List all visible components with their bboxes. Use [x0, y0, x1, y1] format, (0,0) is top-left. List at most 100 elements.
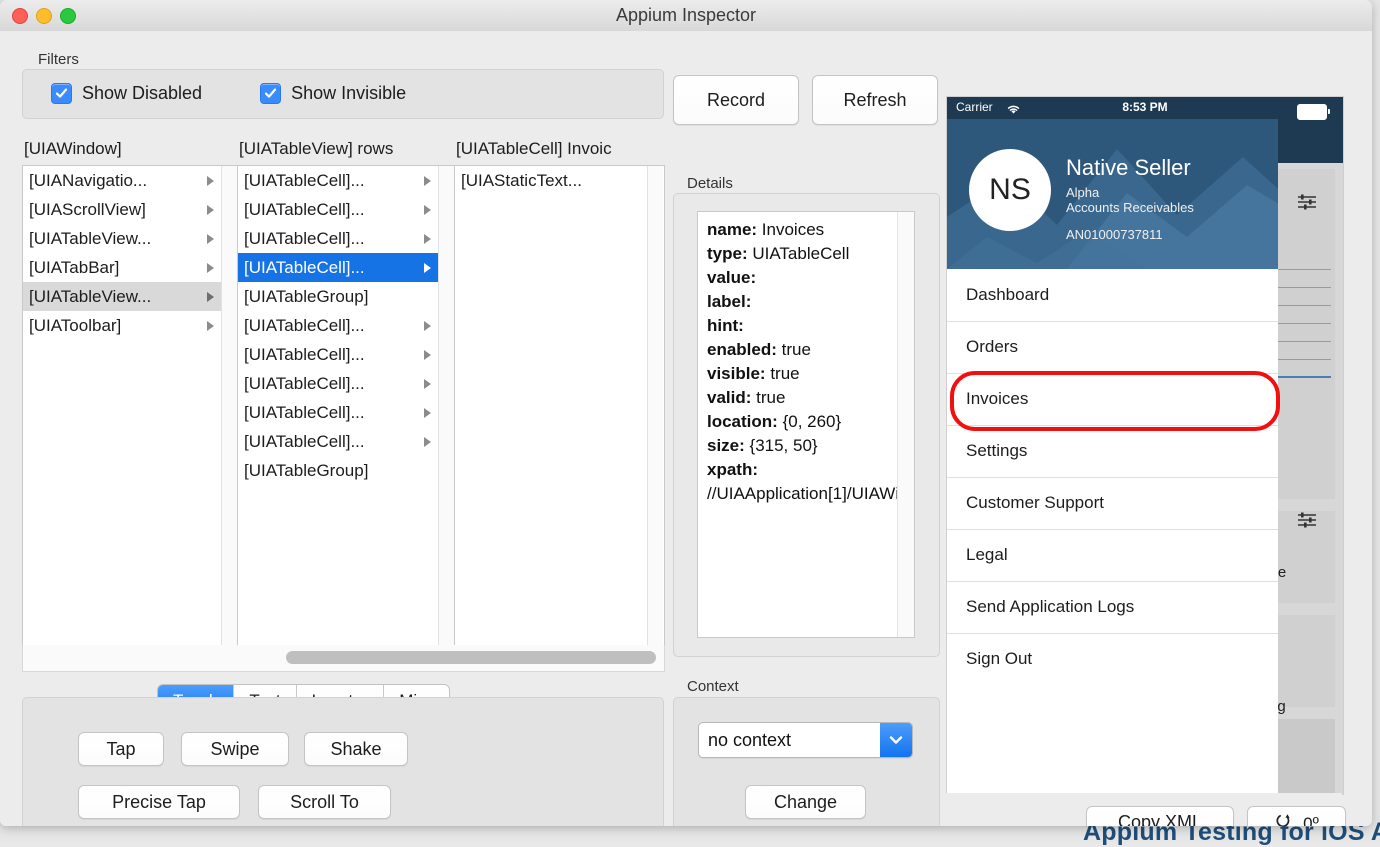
drawer-menu-item-sign-out[interactable]: Sign Out — [947, 633, 1278, 685]
context-label: Context — [687, 678, 739, 695]
chevron-right-icon[interactable] — [207, 176, 214, 186]
tree-row[interactable]: [UIATableCell]... — [238, 253, 439, 282]
tree-row[interactable]: [UIATableGroup] — [238, 456, 439, 485]
copy-xml-button[interactable]: Copy XML — [1086, 806, 1234, 826]
profile-name: Native Seller — [1066, 155, 1191, 181]
context-select[interactable]: no context — [698, 722, 913, 758]
chevron-right-icon[interactable] — [207, 321, 214, 331]
chevron-right-icon[interactable] — [424, 408, 431, 418]
chevron-right-icon[interactable] — [424, 205, 431, 215]
tree-row[interactable]: [UIAStaticText... — [455, 166, 648, 195]
tree-row-label: [UIATableView... — [29, 287, 207, 307]
appium-inspector-window: Appium Inspector Filters Show Disabled — [0, 0, 1372, 826]
detail-field: valid: true — [707, 386, 892, 410]
menu-divider — [947, 633, 1278, 634]
tree-row[interactable]: [UIATabBar] — [23, 253, 222, 282]
chevron-right-icon[interactable] — [424, 263, 431, 273]
chevron-right-icon[interactable] — [424, 350, 431, 360]
checkbox-label-show-invisible: Show Invisible — [291, 83, 406, 104]
record-button[interactable]: Record — [673, 75, 799, 125]
tree-row-label: [UIATabBar] — [29, 258, 207, 278]
drawer-menu-item-customer-support[interactable]: Customer Support — [947, 477, 1278, 529]
battery-icon — [1297, 104, 1327, 120]
shake-button[interactable]: Shake — [304, 732, 408, 766]
change-context-button[interactable]: Change — [745, 785, 866, 819]
detail-field-key: type: — [707, 244, 748, 263]
drawer-menu-item-invoices[interactable]: Invoices — [947, 373, 1278, 425]
rotation-button[interactable]: 0º — [1247, 806, 1346, 826]
detail-field-key: value: — [707, 268, 756, 287]
drawer-menu-item-send-application-logs[interactable]: Send Application Logs — [947, 581, 1278, 633]
browser-column-2-list[interactable]: [UIAStaticText... — [455, 166, 648, 645]
browser-horizontal-scrollbar[interactable] — [22, 645, 665, 672]
chevron-down-icon[interactable] — [880, 723, 912, 757]
browser-column-0-list[interactable]: [UIANavigatio...[UIAScrollView][UIATable… — [23, 166, 222, 645]
scrollbar-vertical[interactable] — [897, 212, 914, 637]
tree-row[interactable]: [UIATableCell]... — [238, 166, 439, 195]
chevron-right-icon[interactable] — [424, 379, 431, 389]
menu-divider — [947, 477, 1278, 478]
tree-row[interactable]: [UIATableCell]... — [238, 311, 439, 340]
chevron-right-icon[interactable] — [424, 176, 431, 186]
tree-row-label: [UIATableGroup] — [244, 287, 435, 307]
tree-row[interactable]: [UIATableCell]... — [238, 195, 439, 224]
tree-row-label: [UIATableCell]... — [244, 171, 424, 191]
scrollbar-thumb[interactable] — [286, 651, 656, 664]
refresh-button[interactable]: Refresh — [812, 75, 938, 125]
swipe-button[interactable]: Swipe — [181, 732, 289, 766]
rotation-value: 0º — [1303, 814, 1319, 827]
chevron-right-icon[interactable] — [424, 321, 431, 331]
chevron-right-icon[interactable] — [207, 234, 214, 244]
menu-divider — [947, 373, 1278, 374]
detail-field-key: location: — [707, 412, 778, 431]
tree-row[interactable]: [UIATableCell]... — [238, 224, 439, 253]
filters-checkbox-row: Show Disabled Show Invisible — [51, 83, 406, 104]
chevron-right-icon[interactable] — [207, 205, 214, 215]
tree-row[interactable]: [UIATableCell]... — [238, 427, 439, 456]
tree-row[interactable]: [UIATableCell]... — [238, 398, 439, 427]
tree-row[interactable]: [UIAToolbar] — [23, 311, 222, 340]
scrollbar-vertical[interactable] — [438, 166, 454, 645]
tree-row[interactable]: [UIATableCell]... — [238, 340, 439, 369]
tree-row-label: [UIATableCell]... — [244, 229, 424, 249]
drawer-menu-item-label: Customer Support — [966, 493, 1104, 513]
status-time: 8:53 PM — [947, 100, 1343, 114]
chevron-right-icon[interactable] — [207, 263, 214, 273]
tree-row[interactable]: [UIAScrollView] — [23, 195, 222, 224]
detail-field: label: — [707, 290, 892, 314]
tree-row[interactable]: [UIANavigatio... — [23, 166, 222, 195]
tree-row[interactable]: [UIATableCell]... — [238, 369, 439, 398]
scrollbar-vertical[interactable] — [647, 166, 663, 645]
chevron-right-icon[interactable] — [207, 292, 214, 302]
scrollbar-vertical[interactable] — [221, 166, 237, 645]
drawer-menu-item-legal[interactable]: Legal — [947, 529, 1278, 581]
details-group: name: Invoicestype: UIATableCellvalue:la… — [673, 193, 940, 657]
drawer-menu-item-label: Send Application Logs — [966, 597, 1134, 617]
tap-button[interactable]: Tap — [78, 732, 164, 766]
checkbox-show-invisible[interactable]: Show Invisible — [260, 83, 406, 104]
filter-sliders-icon[interactable] — [1297, 511, 1317, 534]
drawer-menu: DashboardOrdersInvoicesSettings Customer … — [947, 269, 1278, 794]
tree-row[interactable]: [UIATableView... — [23, 224, 222, 253]
detail-field: xpath: //UIAApplication[1]/UIAWindow[1]/… — [707, 458, 892, 506]
browser-column-1-list[interactable]: [UIATableCell]...[UIATableCell]...[UIATa… — [238, 166, 439, 645]
browser-column-0: [UIANavigatio...[UIAScrollView][UIATable… — [23, 166, 238, 645]
device-screen-mirror[interactable]: ice ng NS — [946, 96, 1344, 795]
detail-field: visible: true — [707, 362, 892, 386]
tree-row[interactable]: [UIATableView... — [23, 282, 222, 311]
drawer-menu-item-settings[interactable]: Settings — [947, 425, 1278, 477]
column-header-2: [UIATableCell] Invoic — [456, 139, 661, 159]
chevron-right-icon[interactable] — [424, 234, 431, 244]
precise-tap-button[interactable]: Precise Tap — [78, 785, 240, 819]
tree-row-label: [UIATableCell]... — [244, 200, 424, 220]
tree-row[interactable]: [UIATableGroup] — [238, 282, 439, 311]
device-status-bar: Carrier 8:53 PM — [947, 97, 1343, 119]
scroll-to-button[interactable]: Scroll To — [258, 785, 391, 819]
checkbox-show-disabled[interactable]: Show Disabled — [51, 83, 202, 104]
drawer-menu-item-dashboard[interactable]: Dashboard — [947, 269, 1278, 321]
detail-field-key: valid: — [707, 388, 751, 407]
filter-sliders-icon[interactable] — [1297, 193, 1317, 216]
drawer-menu-item-orders[interactable]: Orders — [947, 321, 1278, 373]
chevron-right-icon[interactable] — [424, 437, 431, 447]
filters-label: Filters — [38, 51, 79, 68]
